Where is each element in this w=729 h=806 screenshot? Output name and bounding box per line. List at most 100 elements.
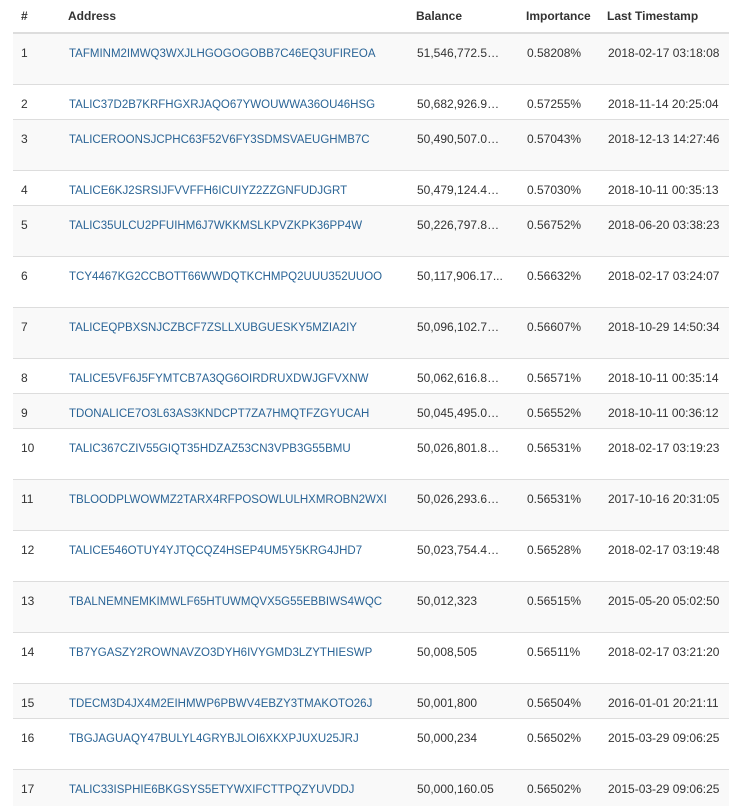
row-balance: 50,490,507.08... [417, 132, 503, 146]
row-balance-cell: 50,026,801.82... [416, 428, 526, 480]
address-link[interactable]: TALICE5VF6J5FYMTCB7A3QG6OIRDRUXDWJGFVXNW [69, 373, 368, 385]
row-address-cell: TBGJAGUAQY47BULYL4GRYBJLOI6XKXPJUXU25JRJ [68, 718, 416, 770]
row-rank-cell: 12 [13, 530, 68, 582]
address-link[interactable]: TAFMINM2IMWQ3WXJLHGOGOGOBB7C46EQ3UFIREOA [69, 48, 376, 60]
address-link[interactable]: TALIC35ULCU2PFUIHM6J7WKKMSLKPVZKPK36PP4W [69, 220, 362, 232]
row-last-timestamp: 2018-02-17 03:24:07 [608, 269, 720, 283]
row-last-timestamp: 2017-10-16 20:31:05 [608, 492, 720, 506]
row-address-cell: TALIC37D2B7KRFHGXRJAQO67YWOUWWA36OU46HSG [68, 84, 416, 120]
row-last-timestamp-cell: 2015-05-20 05:02:50 [607, 581, 729, 633]
row-rank-cell: 13 [13, 581, 68, 633]
row-address-cell: TBLOODPLWOWMZ2TARX4RFPOSOWLULHXMROBN2WXI [68, 479, 416, 531]
row-rank: 13 [21, 594, 35, 608]
row-balance-cell: 50,479,124.41... [416, 170, 526, 206]
header-last-timestamp[interactable]: Last Timestamp [607, 0, 729, 34]
address-link[interactable]: TDONALICE7O3L63AS3KNDCPT7ZA7HMQTFZGYUCAH [69, 408, 369, 420]
address-link[interactable]: TBLOODPLWOWMZ2TARX4RFPOSOWLULHXMROBN2WXI [69, 494, 387, 506]
row-rank: 12 [21, 543, 35, 557]
row-last-timestamp: 2018-12-13 14:27:46 [608, 132, 720, 146]
row-importance: 0.56531% [527, 492, 582, 506]
row-balance: 50,062,616.87... [417, 371, 503, 385]
table-row: 12 TALICE546OTUY4YJTQCQZ4HSEP4UM5Y5KRG4JH… [13, 530, 729, 582]
row-rank: 17 [21, 782, 35, 796]
row-balance-cell: 50,096,102.78... [416, 307, 526, 359]
table-row: 16 TBGJAGUAQY47BULYL4GRYBJLOI6XKXPJUXU25J… [13, 718, 729, 770]
row-address-cell: TALICE6KJ2SRSIJFVVFFH6ICUIYZ2ZZGNFUDJGRT [68, 170, 416, 206]
row-rank: 3 [21, 132, 28, 146]
row-importance-cell: 0.56571% [526, 358, 607, 394]
row-importance-cell: 0.56607% [526, 307, 607, 359]
row-importance: 0.56607% [527, 320, 582, 334]
address-link[interactable]: TBGJAGUAQY47BULYL4GRYBJLOI6XKXPJUXU25JRJ [69, 733, 359, 745]
address-link[interactable]: TALICE546OTUY4YJTQCQZ4HSEP4UM5Y5KRG4JHD7 [69, 545, 362, 557]
row-rank-cell: 11 [13, 479, 68, 531]
table-row: 8 TALICE5VF6J5FYMTCB7A3QG6OIRDRUXDWJGFVXN… [13, 358, 729, 394]
address-link[interactable]: TALIC367CZIV55GIQT35HDZAZ53CN3VPB3G55BMU [69, 443, 351, 455]
header-rank[interactable]: # [13, 0, 68, 34]
address-link[interactable]: TALIC33ISPHIE6BKGSYS5ETYWXIFCTTPQZYUVDDJ [69, 784, 354, 796]
table-row: 13 TBALNEMNEMKIMWLF65HTUWMQVX5G55EBBIWS4W… [13, 581, 729, 633]
address-link[interactable]: TALICEROONSJCPHC63F52V6FY3SDMSVAEUGHMB7C [69, 134, 370, 146]
row-address-cell: TB7YGASZY2ROWNAVZO3DYH6IVYGMD3LZYTHIESWP [68, 632, 416, 684]
row-rank-cell: 16 [13, 718, 68, 770]
row-importance-cell: 0.56528% [526, 530, 607, 582]
row-rank-cell: 14 [13, 632, 68, 684]
row-importance: 0.56552% [527, 406, 582, 420]
address-link[interactable]: TALICE6KJ2SRSIJFVVFFH6ICUIYZ2ZZGNFUDJGRT [69, 185, 347, 197]
row-importance-cell: 0.57030% [526, 170, 607, 206]
row-importance: 0.57043% [527, 132, 582, 146]
table-row: 5 TALIC35ULCU2PFUIHM6J7WKKMSLKPVZKPK36PP4… [13, 205, 729, 257]
row-importance-cell: 0.56504% [526, 683, 607, 719]
row-balance-cell: 50,000,234 [416, 718, 526, 770]
row-importance: 0.57255% [527, 97, 582, 111]
row-balance-cell: 51,546,772.55... [416, 32, 526, 85]
row-importance: 0.56752% [527, 218, 582, 232]
row-rank-cell: 5 [13, 205, 68, 257]
row-last-timestamp-cell: 2018-12-13 14:27:46 [607, 119, 729, 171]
row-balance: 50,117,906.17... [417, 269, 503, 283]
address-link[interactable]: TCY4467KG2CCBOTT66WWDQTKCHMPQ2UUU352UUOO [69, 271, 382, 283]
row-last-timestamp-cell: 2018-10-11 00:36:12 [607, 393, 729, 429]
table-row: 14 TB7YGASZY2ROWNAVZO3DYH6IVYGMD3LZYTHIES… [13, 632, 729, 684]
row-last-timestamp-cell: 2018-02-17 03:19:23 [607, 428, 729, 480]
row-address-cell: TALIC35ULCU2PFUIHM6J7WKKMSLKPVZKPK36PP4W [68, 205, 416, 257]
header-address[interactable]: Address [68, 0, 416, 34]
row-balance: 50,026,801.82... [417, 441, 503, 455]
row-importance: 0.57030% [527, 183, 582, 197]
row-rank: 10 [21, 441, 35, 455]
address-link[interactable]: TB7YGASZY2ROWNAVZO3DYH6IVYGMD3LZYTHIESWP [69, 647, 372, 659]
address-link[interactable]: TALIC37D2B7KRFHGXRJAQO67YWOUWWA36OU46HSG [69, 99, 375, 111]
row-balance: 50,045,495.03... [417, 406, 503, 420]
row-balance: 50,479,124.41... [417, 183, 503, 197]
row-balance-cell: 50,045,495.03... [416, 393, 526, 429]
address-link[interactable]: TALICEQPBXSNJCZBCF7ZSLLXUBGUESKY5MZIA2IY [69, 322, 357, 334]
row-balance-cell: 50,062,616.87... [416, 358, 526, 394]
address-link[interactable]: TDECM3D4JX4M2EIHMWP6PBWV4EBZY3TMAKOTO26J [69, 698, 372, 710]
row-balance: 50,000,234 [417, 731, 478, 745]
row-importance-cell: 0.56531% [526, 479, 607, 531]
row-address-cell: TBALNEMNEMKIMWLF65HTUWMQVX5G55EBBIWS4WQC [68, 581, 416, 633]
row-balance: 50,008,505 [417, 645, 478, 659]
row-last-timestamp-cell: 2018-02-17 03:24:07 [607, 256, 729, 308]
row-rank-cell: 2 [13, 84, 68, 120]
header-importance[interactable]: Importance [526, 0, 607, 34]
header-balance[interactable]: Balance [416, 0, 526, 34]
row-rank: 8 [21, 371, 28, 385]
table-row: 3 TALICEROONSJCPHC63F52V6FY3SDMSVAEUGHMB7… [13, 119, 729, 171]
row-balance: 50,023,754.47... [417, 543, 503, 557]
row-importance: 0.56531% [527, 441, 582, 455]
address-link[interactable]: TBALNEMNEMKIMWLF65HTUWMQVX5G55EBBIWS4WQC [69, 596, 382, 608]
row-last-timestamp: 2016-01-01 20:21:11 [608, 696, 719, 710]
row-importance: 0.58208% [527, 46, 582, 60]
row-last-timestamp-cell: 2018-06-20 03:38:23 [607, 205, 729, 257]
row-balance: 50,012,323 [417, 594, 478, 608]
row-rank: 1 [21, 46, 28, 60]
row-rank-cell: 17 [13, 769, 68, 806]
row-importance: 0.56515% [527, 594, 582, 608]
accounts-table: # Address Balance Importance Last Timest… [13, 0, 729, 806]
table-row: 4 TALICE6KJ2SRSIJFVVFFH6ICUIYZ2ZZGNFUDJGR… [13, 170, 729, 206]
row-rank: 16 [21, 731, 35, 745]
row-last-timestamp-cell: 2018-10-11 00:35:13 [607, 170, 729, 206]
row-last-timestamp: 2018-02-17 03:19:23 [608, 441, 720, 455]
row-balance-cell: 50,682,926.98... [416, 84, 526, 120]
